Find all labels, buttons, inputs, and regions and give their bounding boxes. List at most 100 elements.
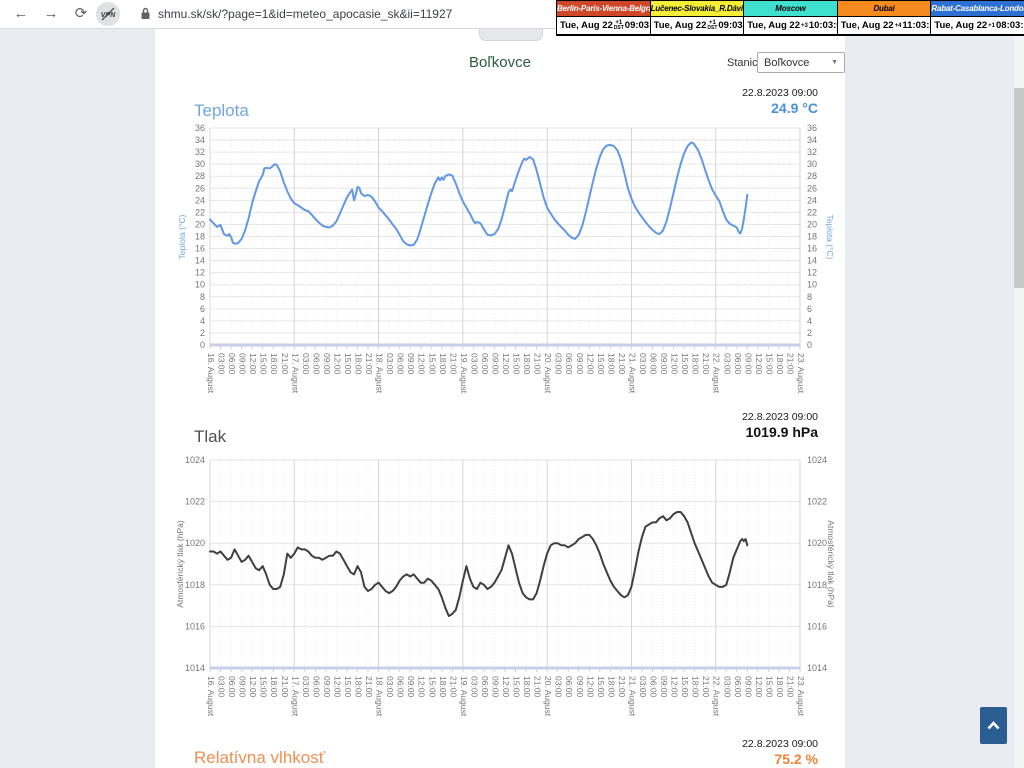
svg-text:17. August: 17. August [290, 353, 300, 394]
pressure-y-axis-label-right: Atmosférický tlak (hPa) [825, 499, 837, 629]
vpn-extension-icon[interactable]: VPN [96, 2, 120, 26]
svg-text:06:00: 06:00 [227, 353, 237, 375]
scroll-to-top-button[interactable] [980, 707, 1007, 744]
clock-utc-offset: +1DST [707, 20, 717, 31]
svg-text:21:00: 21:00 [364, 676, 374, 698]
collapsed-panel-handle[interactable] [479, 28, 543, 41]
svg-text:12:00: 12:00 [248, 676, 258, 698]
svg-text:12:00: 12:00 [501, 676, 511, 698]
svg-text:30: 30 [195, 159, 205, 169]
clock-utc-offset: +1 [988, 23, 995, 29]
vpn-glyph: VPN [97, 3, 119, 25]
clock-city-name: Lučenec-Slovakia_R.Dávid [651, 1, 744, 16]
svg-text:16. August: 16. August [206, 676, 216, 717]
svg-text:20: 20 [807, 219, 817, 229]
clock-time-row: Tue, Aug 22+1DST09:03:53 [557, 16, 650, 34]
svg-text:06:00: 06:00 [649, 353, 659, 375]
svg-text:03:00: 03:00 [554, 676, 564, 698]
humidity-header: 22.8.2023 09:00 75.2 % [600, 738, 818, 767]
svg-text:34: 34 [195, 135, 205, 145]
svg-text:03:00: 03:00 [722, 676, 732, 698]
svg-text:10: 10 [807, 280, 817, 290]
scrollbar-thumb[interactable] [1014, 88, 1024, 288]
svg-text:09:00: 09:00 [322, 676, 332, 698]
clock-date: Tue, Aug 22 [841, 20, 894, 31]
svg-text:06:00: 06:00 [480, 676, 490, 698]
svg-text:1014: 1014 [807, 663, 827, 673]
svg-text:18:00: 18:00 [775, 676, 785, 698]
svg-text:6: 6 [807, 304, 812, 314]
clock-city-name: Dubai [838, 1, 931, 16]
svg-text:03:00: 03:00 [385, 676, 395, 698]
svg-text:06:00: 06:00 [733, 353, 743, 375]
svg-text:21:00: 21:00 [785, 353, 795, 375]
svg-text:23. August: 23. August [796, 676, 806, 717]
svg-text:12:00: 12:00 [585, 353, 595, 375]
svg-text:15:00: 15:00 [343, 676, 353, 698]
lock-icon[interactable] [140, 7, 151, 25]
svg-text:21:00: 21:00 [617, 676, 627, 698]
svg-text:18:00: 18:00 [438, 353, 448, 375]
svg-text:18:00: 18:00 [606, 353, 616, 375]
clock-utc-offset: +3 [801, 23, 808, 29]
svg-text:12:00: 12:00 [585, 676, 595, 698]
clock-time-row: Tue, Aug 22+108:03:53 [931, 16, 1024, 34]
svg-text:21:00: 21:00 [701, 676, 711, 698]
svg-text:18:00: 18:00 [775, 353, 785, 375]
svg-text:18:00: 18:00 [269, 353, 279, 375]
svg-text:23. August: 23. August [796, 353, 806, 394]
svg-text:15:00: 15:00 [764, 676, 774, 698]
clock-widget: MoscowTue, Aug 22+310:03:53 [744, 1, 838, 35]
svg-text:06:00: 06:00 [733, 676, 743, 698]
svg-text:21:00: 21:00 [533, 353, 543, 375]
svg-text:4: 4 [200, 316, 205, 326]
svg-text:21:00: 21:00 [533, 676, 543, 698]
svg-text:15:00: 15:00 [596, 353, 606, 375]
svg-text:09:00: 09:00 [322, 353, 332, 375]
svg-text:09:00: 09:00 [575, 676, 585, 698]
svg-text:15:00: 15:00 [764, 353, 774, 375]
svg-text:20: 20 [195, 219, 205, 229]
svg-text:1018: 1018 [185, 580, 205, 590]
clock-widget: Rabat-Casablanca-LondonTue, Aug 22+108:0… [931, 1, 1024, 35]
svg-text:15:00: 15:00 [427, 676, 437, 698]
svg-text:09:00: 09:00 [659, 353, 669, 375]
svg-text:21:00: 21:00 [617, 353, 627, 375]
svg-text:12: 12 [195, 268, 205, 278]
svg-text:03:00: 03:00 [469, 676, 479, 698]
svg-text:26: 26 [195, 183, 205, 193]
clock-time: 08:03:53 [996, 20, 1024, 31]
svg-text:06:00: 06:00 [227, 676, 237, 698]
clock-utc-offset: +1DST [614, 20, 624, 31]
svg-text:09:00: 09:00 [238, 353, 248, 375]
scrollbar[interactable]: ▲ [1014, 28, 1024, 768]
svg-text:15:00: 15:00 [512, 353, 522, 375]
svg-text:21:00: 21:00 [448, 353, 458, 375]
svg-text:1014: 1014 [185, 663, 205, 673]
svg-text:12:00: 12:00 [754, 676, 764, 698]
svg-text:15:00: 15:00 [512, 676, 522, 698]
svg-text:18. August: 18. August [375, 353, 385, 394]
svg-text:0: 0 [200, 340, 205, 350]
clock-date: Tue, Aug 22 [934, 20, 987, 31]
station-select[interactable]: Boľkovce ▼ [757, 52, 845, 73]
svg-text:15:00: 15:00 [343, 353, 353, 375]
svg-text:12:00: 12:00 [670, 676, 680, 698]
reload-icon[interactable]: ⟳ [70, 3, 92, 25]
svg-text:12:00: 12:00 [417, 353, 427, 375]
svg-text:14: 14 [195, 256, 205, 266]
clock-widget: Berlin-Paris-Vienna-BelgradeTue, Aug 22+… [557, 1, 651, 35]
svg-text:14: 14 [807, 256, 817, 266]
svg-text:17. August: 17. August [290, 676, 300, 717]
svg-text:09:00: 09:00 [490, 353, 500, 375]
svg-text:09:00: 09:00 [238, 676, 248, 698]
svg-text:03:00: 03:00 [217, 353, 227, 375]
back-icon[interactable]: ← [10, 3, 32, 25]
svg-text:03:00: 03:00 [301, 676, 311, 698]
svg-text:18:00: 18:00 [522, 676, 532, 698]
url-field[interactable]: shmu.sk/sk/?page=1&id=meteo_apocasie_sk&… [158, 7, 452, 21]
temperature-chart: 0022446688101012121414161618182020222224… [150, 121, 850, 408]
forward-icon[interactable]: → [40, 3, 62, 25]
svg-text:06:00: 06:00 [564, 676, 574, 698]
svg-text:20. August: 20. August [543, 676, 553, 717]
